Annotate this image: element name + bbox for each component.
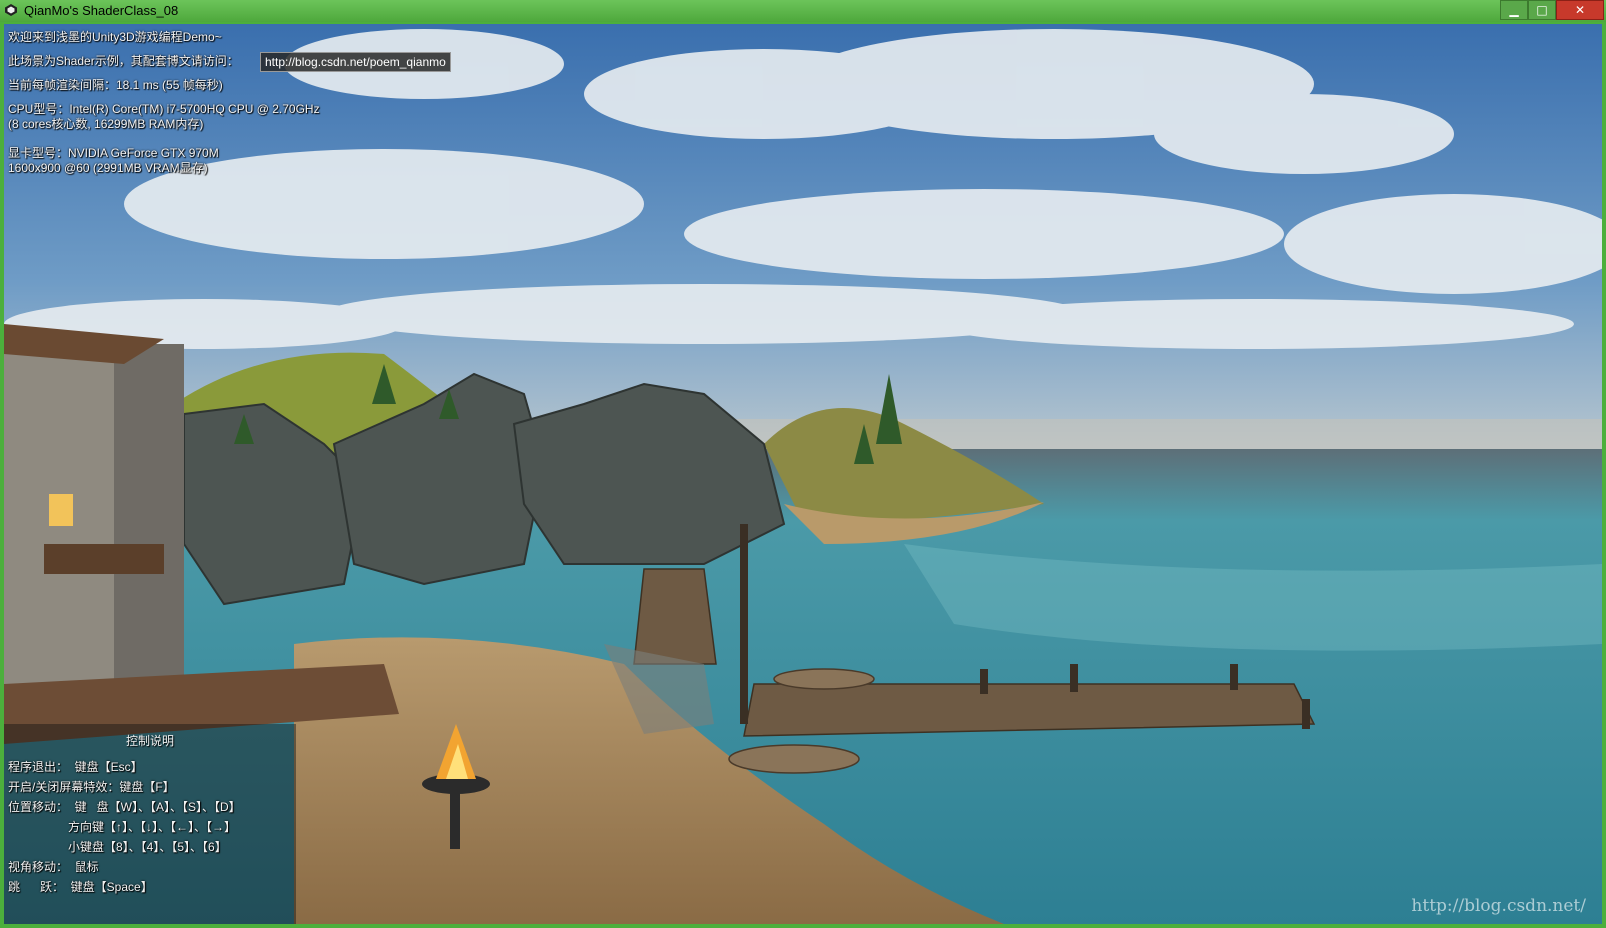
controls-panel: 控制说明 程序退出： 键盘【Esc】 开启/关闭屏幕特效：键盘【F】 位置移动：… [4,724,296,924]
controls-title: 控制说明 [125,734,174,748]
blog-watermark: http://blog.csdn.net/ [1411,896,1586,916]
controls-line: 视角移动： 鼠标 [8,860,99,874]
controls-line: 程序退出： 键盘【Esc】 [8,760,143,774]
game-viewport[interactable]: 欢迎来到浅墨的Unity3D游戏编程Demo~ 此场景为Shader示例，其配套… [4,24,1602,924]
blog-url-link[interactable]: http://blog.csdn.net/poem_qianmo [260,52,451,72]
hud-scene-note: 此场景为Shader示例，其配套博文请访问： [8,54,239,68]
unity-app-icon [5,4,17,16]
title-bar[interactable]: QianMo's ShaderClass_08 ▁ □ ✕ [0,0,1606,22]
village-house [4,324,184,704]
hud-frame-interval: 当前每帧渲染间隔：18.1 ms (55 帧每秒) [8,78,223,92]
controls-line: 开启/关闭屏幕特效：键盘【F】 [8,780,175,794]
controls-line: 方向键【↑】、【↓】、【←】、【→】 [8,820,237,834]
hud-welcome-text: 欢迎来到浅墨的Unity3D游戏编程Demo~ [8,30,222,44]
maximize-button[interactable]: □ [1528,0,1556,20]
hud-gpu-line2: 1600x900 @60 (2991MB VRAM显存) [8,161,208,175]
controls-line: 小键盘【8】、【4】、【5】、【6】 [8,840,227,854]
controls-line: 跳 跃： 键盘【Space】 [8,880,153,894]
controls-line: 位置移动： 键 盘【W】、【A】、【S】、【D】 [8,800,241,814]
close-button[interactable]: ✕ [1556,0,1604,20]
window-title: QianMo's ShaderClass_08 [24,3,179,18]
hud-cpu-line2: (8 cores核心数, 16299MB RAM内存) [8,117,204,131]
minimize-button[interactable]: ▁ [1500,0,1528,20]
